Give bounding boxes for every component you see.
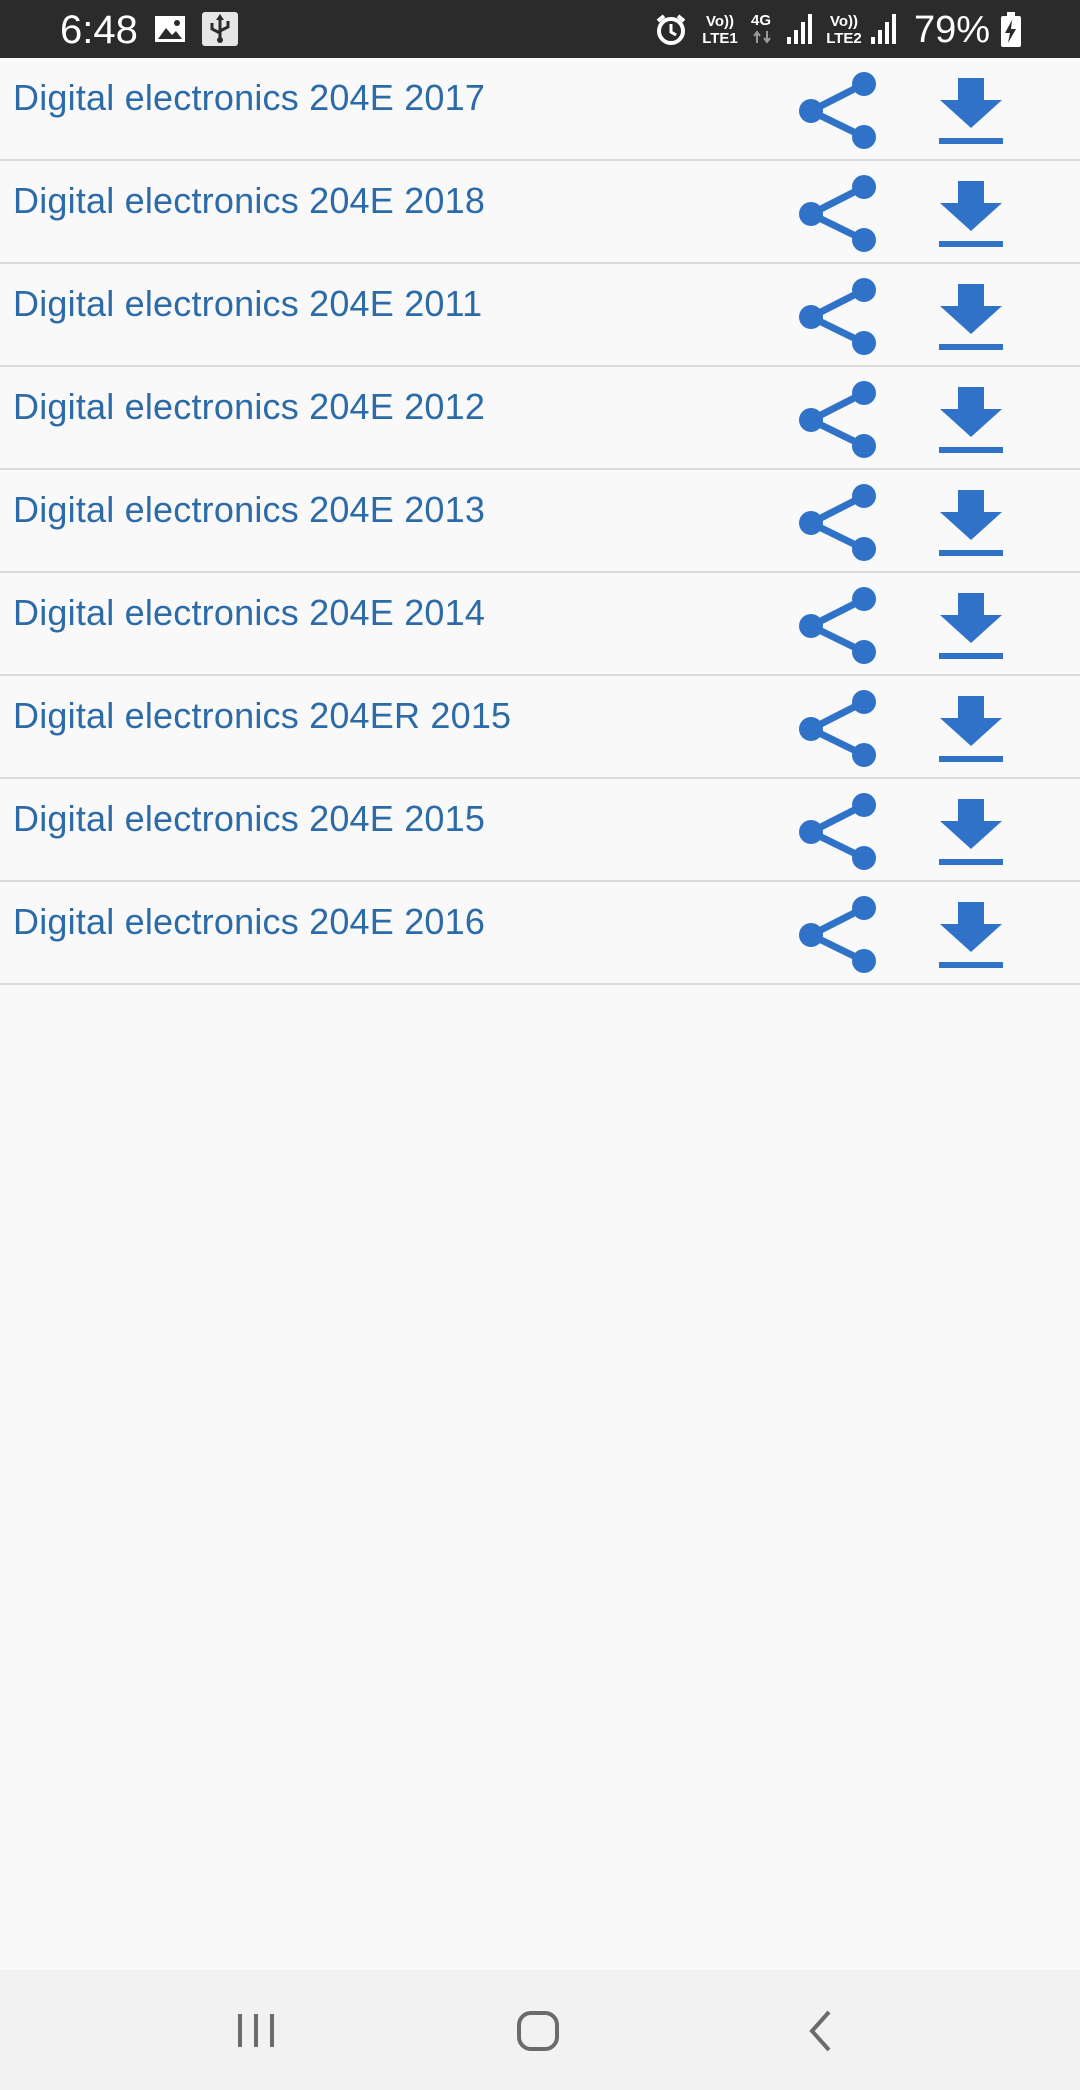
network-type-label: 4G [750,12,771,29]
list-item[interactable]: Digital electronics 204E 2016 [0,882,1080,985]
signal-2-icon [871,14,896,44]
list-item-title[interactable]: Digital electronics 204E 2014 [13,591,485,635]
download-button[interactable] [936,284,1006,352]
signal-icon [787,14,812,44]
share-icon [799,278,876,355]
share-button[interactable] [796,72,886,150]
download-button[interactable] [936,78,1006,146]
data-arrows-icon [753,30,771,44]
list-item-title[interactable]: Digital electronics 204E 2016 [13,900,485,944]
home-button[interactable] [438,1970,638,2090]
share-button[interactable] [796,381,886,459]
download-button[interactable] [936,799,1006,867]
sim1-volte-label: Vo)) [705,13,735,30]
share-button[interactable] [796,793,886,871]
sim2-lte-label: LTE2 [826,30,862,47]
list-item[interactable]: Digital electronics 204E 2017 [0,58,1080,161]
share-button[interactable] [796,587,886,665]
document-list: Digital electronics 204E 2017 Digital el… [0,58,1080,985]
gallery-icon [155,16,185,42]
recent-apps-button[interactable] [158,1970,358,2090]
download-icon [939,284,1003,350]
list-item-title[interactable]: Digital electronics 204E 2012 [13,385,485,429]
download-button[interactable] [936,181,1006,249]
list-item-title[interactable]: Digital electronics 204E 2017 [13,76,485,120]
battery-charging-icon [1001,12,1021,47]
share-icon [799,484,876,561]
list-item[interactable]: Digital electronics 204E 2018 [0,161,1080,264]
share-icon [799,587,876,664]
download-icon [939,490,1003,556]
share-icon [799,896,876,973]
download-icon [939,902,1003,968]
share-icon [799,690,876,767]
recent-apps-icon [238,2014,274,2047]
list-item[interactable]: Digital electronics 204E 2015 [0,779,1080,882]
list-item-title[interactable]: Digital electronics 204E 2018 [13,179,485,223]
list-item[interactable]: Digital electronics 204E 2013 [0,470,1080,573]
share-button[interactable] [796,278,886,356]
download-button[interactable] [936,696,1006,764]
download-button[interactable] [936,490,1006,558]
download-icon [939,387,1003,453]
share-icon [799,175,876,252]
share-button[interactable] [796,484,886,562]
download-icon [939,799,1003,865]
download-icon [939,181,1003,247]
list-item-title[interactable]: Digital electronics 204E 2011 [13,282,482,326]
sim2-volte-label: Vo)) [829,13,859,30]
usb-icon [202,12,238,46]
share-button[interactable] [796,175,886,253]
share-icon [799,793,876,870]
share-button[interactable] [796,896,886,974]
share-icon [799,381,876,458]
download-button[interactable] [936,387,1006,455]
download-icon [939,78,1003,144]
list-item[interactable]: Digital electronics 204E 2012 [0,367,1080,470]
share-button[interactable] [796,690,886,768]
status-bar: 6:48 Vo)) LTE1 4G Vo)) LTE2 79% [0,0,1080,58]
home-icon [517,2011,559,2051]
download-icon [939,696,1003,762]
download-button[interactable] [936,593,1006,661]
battery-percent: 79% [914,9,991,51]
back-button[interactable] [720,1970,920,2090]
list-item-title[interactable]: Digital electronics 204ER 2015 [13,694,511,738]
sim1-lte-label: LTE1 [702,30,738,47]
share-icon [799,72,876,149]
navigation-bar [0,1970,1080,2090]
status-time: 6:48 [60,8,138,52]
alarm-icon [656,14,686,45]
list-item[interactable]: Digital electronics 204E 2011 [0,264,1080,367]
list-item-title[interactable]: Digital electronics 204E 2015 [13,797,485,841]
download-icon [939,593,1003,659]
back-icon [809,2010,831,2052]
download-button[interactable] [936,902,1006,970]
list-item[interactable]: Digital electronics 204E 2014 [0,573,1080,676]
app-screen: 6:48 Vo)) LTE1 4G Vo)) LTE2 79% Digital … [0,0,1080,2090]
list-item-title[interactable]: Digital electronics 204E 2013 [13,488,485,532]
list-item[interactable]: Digital electronics 204ER 2015 [0,676,1080,779]
